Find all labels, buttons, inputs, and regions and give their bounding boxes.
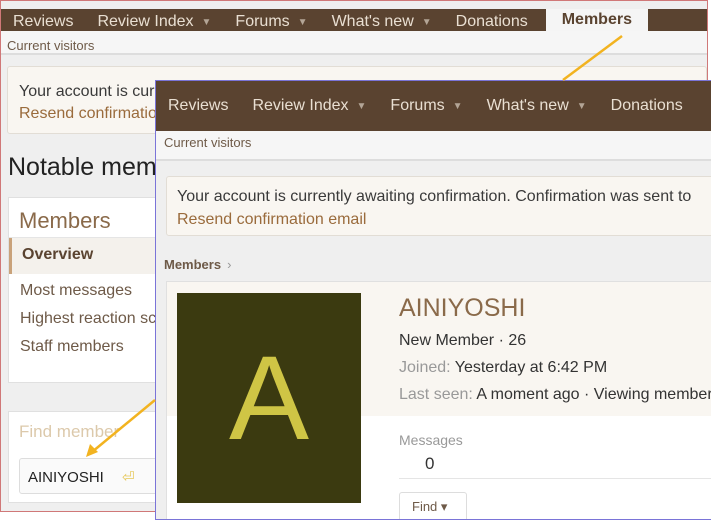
arrow-find-line <box>91 399 156 453</box>
annotation-arrows <box>86 34 623 457</box>
arrow-members-line <box>562 34 623 82</box>
arrow-head-icon <box>86 444 98 457</box>
